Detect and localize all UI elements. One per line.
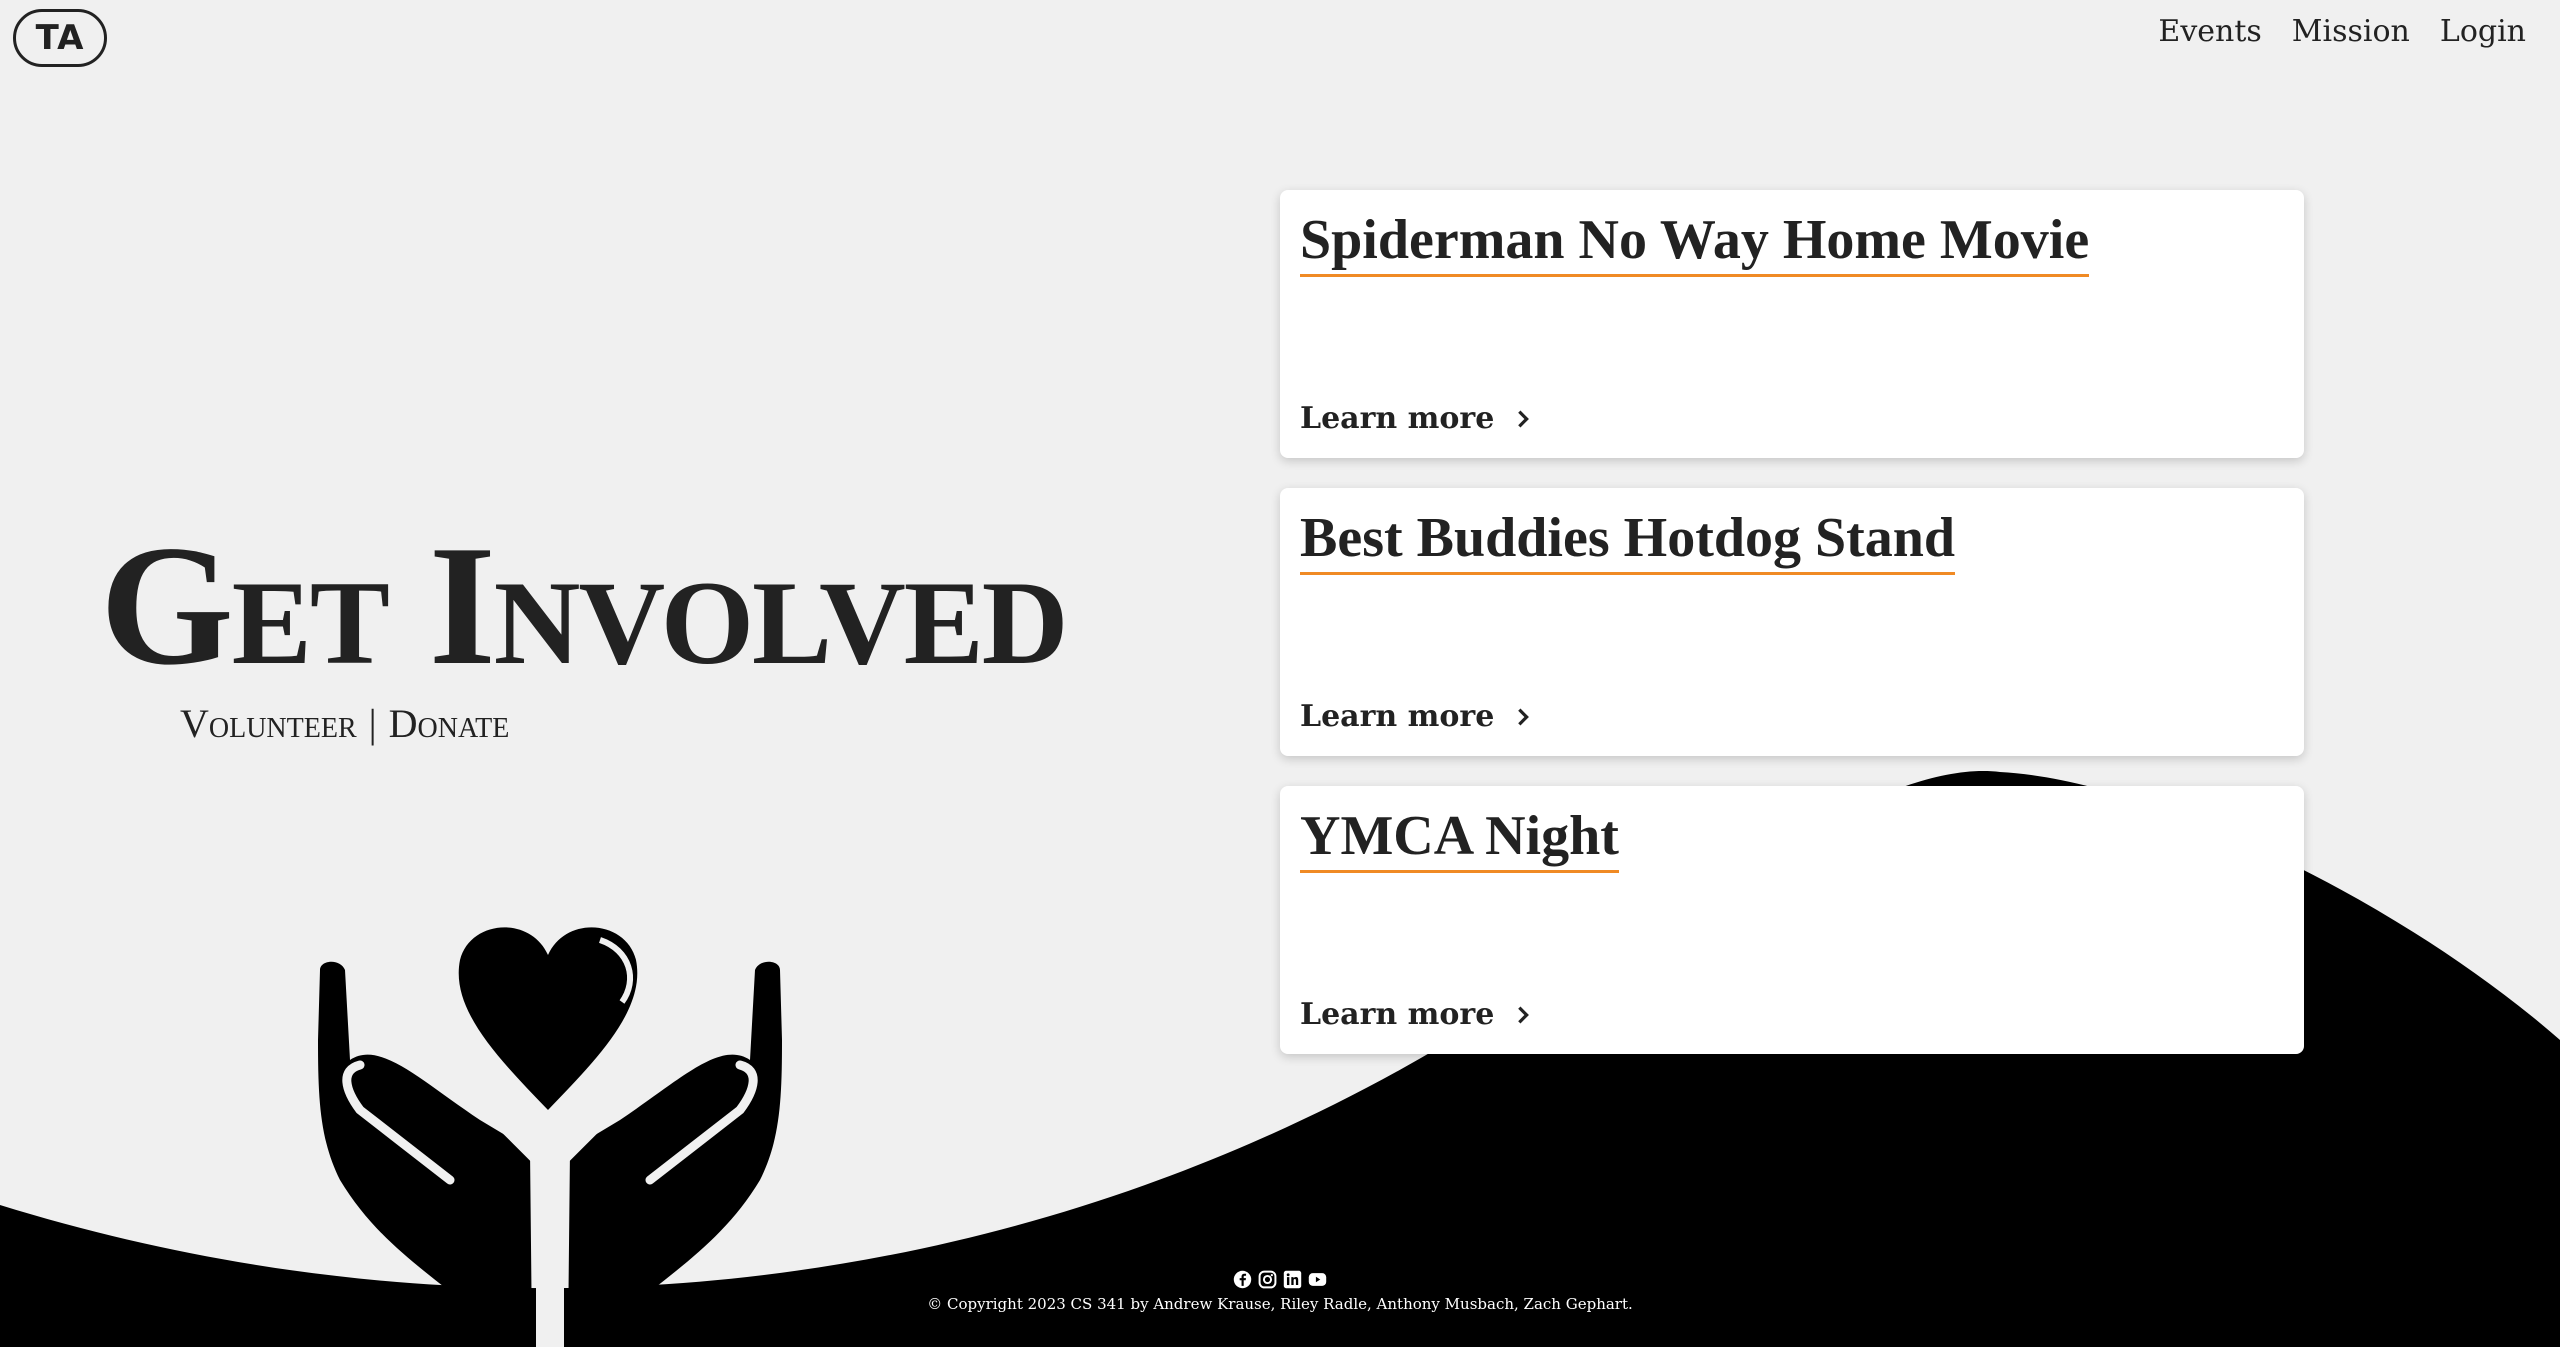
learn-more-link[interactable]: Learn more	[1300, 699, 1534, 734]
learn-more-link[interactable]: Learn more	[1300, 401, 1534, 436]
footer: © Copyright 2023 CS 341 by Andrew Krause…	[0, 1270, 2560, 1313]
chevron-right-icon	[1518, 1006, 1530, 1023]
main-nav: Events Mission Login	[2158, 14, 2526, 49]
nav-mission-link[interactable]: Mission	[2292, 14, 2410, 49]
chevron-right-icon	[1518, 410, 1530, 427]
chevron-right-icon	[1518, 708, 1530, 725]
event-list: Spiderman No Way Home Movie Learn more B…	[1280, 190, 2304, 1084]
subtitle-separator: |	[368, 701, 377, 746]
page-title: Get Involved	[100, 511, 1068, 701]
event-card: Best Buddies Hotdog Stand Learn more	[1280, 488, 2304, 756]
donate-link[interactable]: Donate	[389, 700, 510, 747]
logo[interactable]: TA	[13, 9, 107, 67]
learn-more-label: Learn more	[1300, 997, 1495, 1032]
page: TA Events Mission Login Get Involved Vol…	[0, 0, 2560, 1347]
social-links	[0, 1270, 2560, 1289]
linkedin-icon[interactable]	[1283, 1270, 1302, 1289]
learn-more-link[interactable]: Learn more	[1300, 997, 1534, 1032]
youtube-icon[interactable]	[1308, 1270, 1327, 1289]
hero-subtitle: Volunteer | Donate	[180, 700, 1066, 747]
nav-login-link[interactable]: Login	[2440, 14, 2526, 49]
volunteer-link[interactable]: Volunteer	[180, 700, 357, 747]
learn-more-label: Learn more	[1300, 699, 1495, 734]
event-title: Best Buddies Hotdog Stand	[1300, 506, 1956, 575]
event-card: YMCA Night Learn more	[1280, 786, 2304, 1054]
event-title: Spiderman No Way Home Movie	[1300, 208, 2090, 277]
event-title: YMCA Night	[1300, 804, 1619, 873]
learn-more-label: Learn more	[1300, 401, 1495, 436]
event-card: Spiderman No Way Home Movie Learn more	[1280, 190, 2304, 458]
hero: Get Involved Volunteer | Donate	[100, 511, 1068, 747]
facebook-icon[interactable]	[1233, 1270, 1252, 1289]
instagram-icon[interactable]	[1258, 1270, 1277, 1289]
nav-events-link[interactable]: Events	[2158, 14, 2261, 49]
copyright-text: © Copyright 2023 CS 341 by Andrew Krause…	[927, 1295, 1633, 1313]
